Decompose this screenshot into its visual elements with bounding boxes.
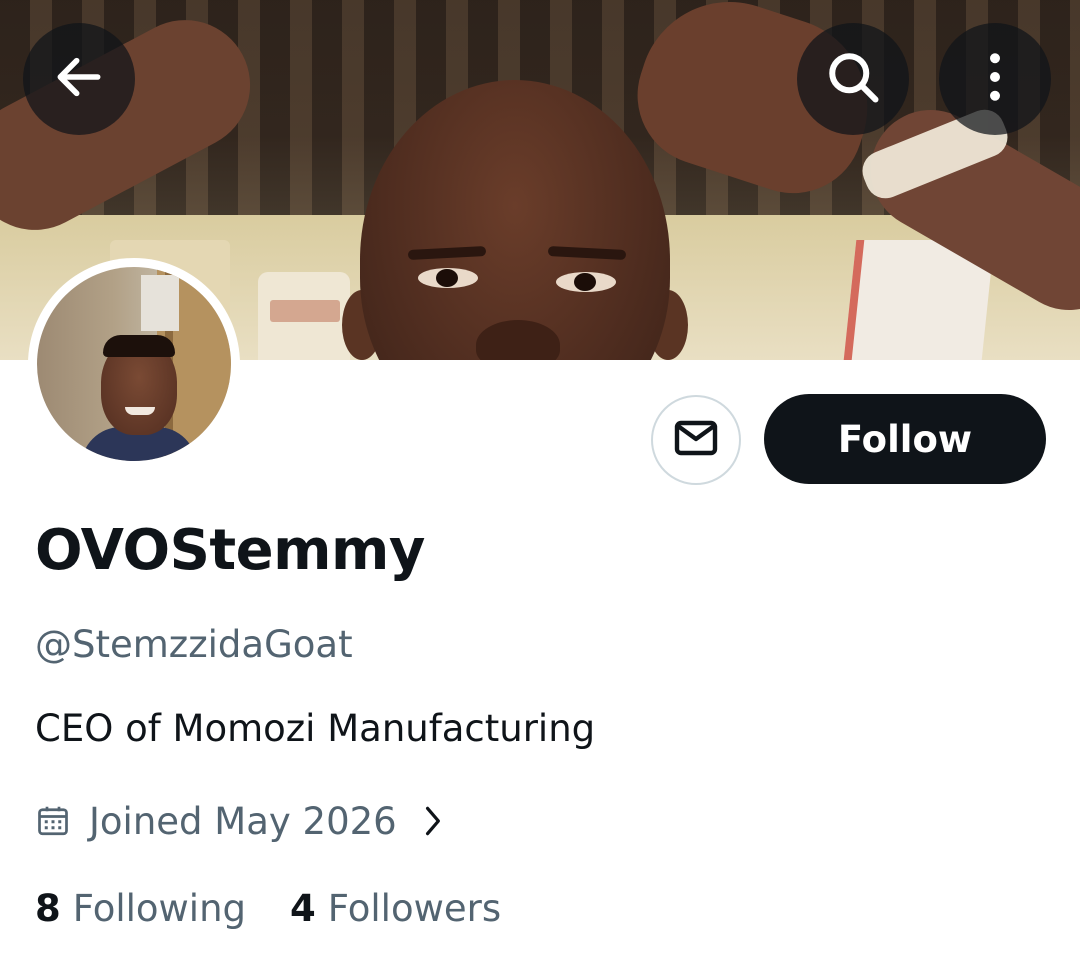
- followers-count: 4: [290, 886, 316, 930]
- following-count: 8: [35, 886, 61, 930]
- following-link[interactable]: 8 Following: [35, 887, 246, 930]
- followers-label: Followers: [327, 886, 502, 930]
- envelope-icon: [672, 414, 720, 466]
- avatar[interactable]: [28, 258, 240, 470]
- more-options-button[interactable]: [939, 23, 1051, 135]
- follow-button[interactable]: Follow: [764, 394, 1046, 484]
- avatar-image: [37, 267, 231, 461]
- arrow-left-icon: [51, 49, 107, 109]
- followers-link[interactable]: 4 Followers: [290, 887, 501, 930]
- user-handle: @StemzzidaGoat: [35, 623, 353, 666]
- message-button[interactable]: [651, 395, 741, 485]
- display-name: OVOStemmy: [35, 518, 425, 583]
- profile-bio: CEO of Momozi Manufacturing: [35, 707, 596, 750]
- following-label: Following: [72, 886, 247, 930]
- back-button[interactable]: [23, 23, 135, 135]
- chevron-right-icon: [421, 803, 445, 839]
- follow-stats: 8 Following 4 Followers: [35, 882, 501, 934]
- calendar-icon: [35, 803, 71, 839]
- joined-date: Joined May 2026: [89, 799, 397, 843]
- more-vertical-icon: [965, 47, 1025, 111]
- search-button[interactable]: [797, 23, 909, 135]
- joined-date-row[interactable]: Joined May 2026: [35, 795, 445, 847]
- search-icon: [823, 47, 883, 111]
